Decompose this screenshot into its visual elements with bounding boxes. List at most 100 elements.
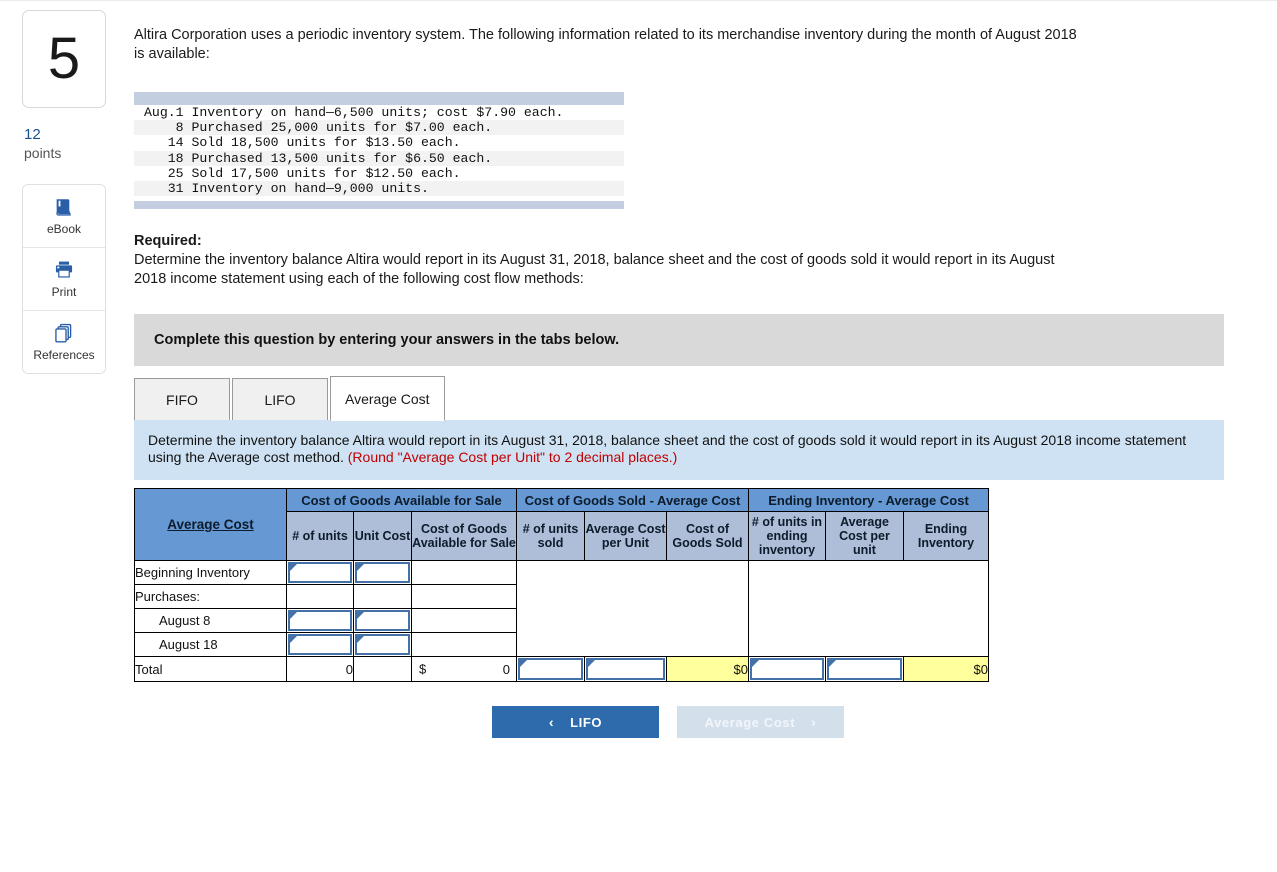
average-cost-answer-table: Average Cost Cost of Goods Available for… <box>134 488 989 683</box>
print-button[interactable]: Print <box>23 248 105 311</box>
row-label-total: Total <box>134 656 287 683</box>
transaction-row: 31 Inventory on hand—9,000 units. <box>134 181 624 197</box>
input-box[interactable] <box>288 562 352 584</box>
instruction-panel: Determine the inventory balance Altira w… <box>134 420 1224 481</box>
top-divider <box>0 0 1277 1</box>
transaction-row: 14 Sold 18,500 units for $13.50 each. <box>134 135 624 150</box>
corner-header: Average Cost <box>134 488 287 562</box>
data-block-top-bar <box>134 92 624 105</box>
book-icon <box>53 196 75 218</box>
tab-fifo-label: FIFO <box>166 391 198 408</box>
sub-header-avg-cost-per-unit-ending: Average Cost per unit <box>825 511 904 562</box>
cell-cogafs-purchases <box>411 584 517 610</box>
print-label: Print <box>51 285 77 299</box>
row-label-beginning-inventory: Beginning Inventory <box>134 560 287 586</box>
input-total-units-sold[interactable] <box>516 656 585 683</box>
tab-lifo-label: LIFO <box>264 391 296 408</box>
input-box[interactable] <box>827 658 902 681</box>
sub-header-ending-inventory: Ending Inventory <box>903 511 989 562</box>
method-tabs: FIFO LIFO Average Cost <box>134 376 1224 422</box>
cell-cogafs-beginning <box>411 560 517 586</box>
input-total-units-ending[interactable] <box>748 656 826 683</box>
dollar-sign: $ <box>973 661 981 677</box>
row-label-august-18: August 18 <box>134 632 287 658</box>
data-block-bottom-bar <box>134 201 624 210</box>
transaction-date: 18 <box>167 150 184 166</box>
references-label: References <box>33 348 95 362</box>
required-body: Determine the inventory balance Altira w… <box>134 252 1055 288</box>
transaction-row: 8 Purchased 25,000 units for $7.00 each. <box>134 120 624 136</box>
prev-tab-label: LIFO <box>570 714 603 730</box>
transaction-row: 25 Sold 17,500 units for $12.50 each. <box>134 166 624 181</box>
tool-button-stack: eBook Print References <box>22 184 106 374</box>
next-tab-button: Average Cost › <box>677 706 844 739</box>
input-box[interactable] <box>750 658 824 681</box>
transaction-text: Inventory on hand—9,000 units. <box>191 181 429 197</box>
sub-header-cost-of-goods-sold: Cost of Goods Sold <box>666 511 749 562</box>
question-number: 5 <box>47 26 81 91</box>
sub-header-avg-cost-per-unit-sold: Average Cost per Unit <box>584 511 667 562</box>
points-block: 12 points <box>22 126 106 162</box>
input-box[interactable] <box>355 562 410 584</box>
input-box[interactable] <box>288 610 352 632</box>
transaction-list: Aug.1 Inventory on hand—6,500 units; cos… <box>134 105 624 197</box>
rounding-note: (Round "Average Cost per Unit" to 2 deci… <box>347 449 678 466</box>
printer-icon <box>53 259 75 281</box>
references-button[interactable]: References <box>23 311 105 373</box>
input-unitcost-beginning[interactable] <box>353 560 412 586</box>
input-total-avg-cost-per-unit-ending[interactable] <box>825 656 904 683</box>
cell-unitcost-purchases <box>353 584 412 610</box>
cell-units-purchases <box>286 584 354 610</box>
tab-navigation: ‹ LIFO Average Cost › <box>134 706 1239 739</box>
dollar-sign: $ <box>733 661 741 677</box>
points-value: 12 <box>24 126 41 143</box>
table-row: Beginning Inventory <box>134 560 989 658</box>
group-header-ending-inventory: Ending Inventory - Average Cost <box>748 488 989 513</box>
tab-average-cost[interactable]: Average Cost <box>330 376 445 422</box>
question-intro: Altira Corporation uses a periodic inven… <box>134 27 1077 62</box>
next-tab-label: Average Cost <box>704 714 796 730</box>
dollar-sign: $ <box>419 661 427 677</box>
group-header-cogs: Cost of Goods Sold - Average Cost <box>516 488 749 513</box>
sub-header-units-ending: # of units in ending inventory <box>748 511 826 562</box>
row-label-purchases: Purchases: <box>134 584 287 610</box>
chevron-right-icon: › <box>811 714 817 731</box>
sub-header-cogafs: Cost of Goods Available for Sale <box>411 511 517 562</box>
prev-tab-button[interactable]: ‹ LIFO <box>492 706 659 739</box>
transaction-text: Sold 17,500 units for $12.50 each. <box>191 165 461 181</box>
tab-fifo[interactable]: FIFO <box>134 378 230 422</box>
input-box[interactable] <box>586 658 665 681</box>
callout-text: Complete this question by entering your … <box>154 332 620 349</box>
transaction-text: Purchased 25,000 units for $7.00 each. <box>191 120 493 136</box>
input-units-beginning[interactable] <box>286 560 354 586</box>
question-sidebar: 5 12 points eBook Print References <box>22 10 106 374</box>
transaction-date: 14 <box>167 135 184 151</box>
transaction-date: 31 <box>167 181 184 197</box>
input-box[interactable] <box>355 610 410 632</box>
input-units-august-8[interactable] <box>286 608 354 634</box>
tab-lifo[interactable]: LIFO <box>232 378 328 422</box>
input-unitcost-august-18[interactable] <box>353 632 412 658</box>
input-unitcost-august-8[interactable] <box>353 608 412 634</box>
total-units: 0 <box>286 656 354 683</box>
input-box[interactable] <box>355 634 410 656</box>
total-cogafs-value: 0 <box>502 661 510 677</box>
transaction-row: Aug.1 Inventory on hand—6,500 units; cos… <box>134 105 624 120</box>
table-total-row: Total 0 $0 $0 $0 <box>134 656 989 683</box>
chevron-left-icon: ‹ <box>548 714 555 731</box>
input-box[interactable] <box>518 658 583 681</box>
sub-header-units: # of units <box>286 511 354 562</box>
sub-header-units-sold: # of units sold <box>516 511 585 562</box>
table-group-header-row: Average Cost Cost of Goods Available for… <box>134 488 989 562</box>
total-ending-inventory: $0 <box>903 656 989 683</box>
transaction-row: 18 Purchased 13,500 units for $6.50 each… <box>134 150 624 166</box>
ebook-button[interactable]: eBook <box>23 185 105 248</box>
transaction-text: Sold 18,500 units for $13.50 each. <box>191 135 461 151</box>
question-main: Altira Corporation uses a periodic inven… <box>134 26 1239 739</box>
ending-inventory-body-blank <box>748 560 989 658</box>
input-total-avg-cost-per-unit-sold[interactable] <box>584 656 667 683</box>
input-units-august-18[interactable] <box>286 632 354 658</box>
transaction-text: Purchased 13,500 units for $6.50 each. <box>191 150 493 166</box>
points-label: points <box>24 145 62 161</box>
input-box[interactable] <box>288 634 352 656</box>
